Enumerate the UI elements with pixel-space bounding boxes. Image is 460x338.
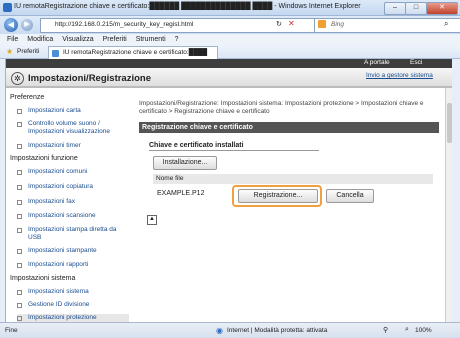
settings-icon: ✲ (11, 72, 24, 85)
sidebar-item-gestione-id[interactable]: Gestione ID divisione (17, 301, 129, 309)
address-row: ◀ ▶ http://192.168.0.215/m_security_key_… (0, 16, 460, 34)
menu-preferiti[interactable]: Preferiti (103, 36, 127, 43)
refresh-icon[interactable]: ↻ (276, 20, 282, 28)
section-title: Registrazione chiave e certificato (139, 122, 439, 133)
browser-tab[interactable]: IU remotaRegistrazione chiave e certific… (48, 46, 218, 60)
sidebar-item-impostazioni-carta[interactable]: Impostazioni carta (17, 107, 129, 115)
sidebar-item-impostazioni-comuni[interactable]: Impostazioni comuni (17, 168, 129, 176)
breadcrumb: Impostazioni/Registrazione: Impostazioni… (139, 100, 424, 115)
sidebar-item-impostazioni-protezione[interactable]: Impostazioni protezione (17, 314, 129, 322)
status-text: Fine (5, 327, 18, 334)
install-button[interactable]: Installazione... (153, 156, 217, 170)
address-input[interactable]: http://192.168.0.215/m_security_key_regi… (40, 18, 316, 33)
page-top-icon[interactable]: ▲ (147, 215, 157, 225)
close-button[interactable]: ✕ (426, 2, 458, 15)
search-icon[interactable]: ⌕ (444, 19, 448, 29)
main-panel: Impostazioni/Registrazione: Impostazioni… (139, 90, 443, 322)
menu-bar: File Modifica Visualizza Preferiti Strum… (0, 34, 460, 45)
sidebar-item-impostazioni-sistema[interactable]: Impostazioni sistema (17, 288, 129, 296)
ie-icon (3, 3, 12, 12)
window-title: IU remotaRegistrazione chiave e certific… (14, 3, 361, 10)
exit-link[interactable]: Esci (410, 59, 422, 66)
column-header-file-name: Nome file (153, 174, 433, 184)
sidebar-item-impostazioni-timer[interactable]: Impostazioni timer (17, 142, 129, 150)
stop-icon[interactable]: ✕ (288, 19, 295, 28)
sidebar-item-impostazioni-fax[interactable]: Impostazioni fax (17, 198, 129, 206)
register-button[interactable]: Registrazione... (238, 189, 318, 203)
status-bar: Fine ◉ Internet | Modalità protetta: att… (0, 322, 460, 338)
menu-modifica[interactable]: Modifica (27, 36, 53, 43)
subsection-title: Chiave e certificato installati (149, 142, 319, 151)
sidebar-item-stampa-usb[interactable]: Impostazioni stampa diretta da USB (17, 226, 129, 242)
globe-icon: ◉ (216, 326, 223, 335)
portal-link[interactable]: A portale (364, 59, 390, 66)
file-name-cell: EXAMPLE.P12 (157, 190, 205, 197)
page-title: Impostazioni/Registrazione (28, 73, 151, 84)
back-arrow-icon[interactable]: ◀ (4, 18, 18, 32)
favorites-bar: ★ Preferiti IU remotaRegistrazione chiav… (0, 45, 460, 60)
scroll-thumb[interactable] (447, 103, 452, 143)
zoom-icon[interactable]: ⌕ (405, 326, 409, 334)
sidebar-heading-preferenze: Preferenze (10, 94, 45, 101)
maximize-button[interactable]: □ (405, 2, 427, 15)
tab-title: IU remotaRegistrazione chiave e certific… (63, 49, 208, 56)
page-favicon-icon (52, 50, 59, 57)
sidebar-item-impostazioni-scansione[interactable]: Impostazioni scansione (17, 212, 129, 220)
protected-mode-icon[interactable]: ⚲ (383, 326, 388, 334)
sidebar-item-impostazioni-rapporti[interactable]: Impostazioni rapporti (17, 261, 129, 269)
sidebar: Preferenze Impostazioni carta Controllo … (6, 90, 130, 322)
security-zone: Internet | Modalità protetta: attivata (227, 327, 328, 334)
top-banner: A portale Esci (6, 59, 452, 68)
page-header: ✲ Impostazioni/Registrazione Invio a ges… (6, 68, 452, 88)
menu-help[interactable]: ? (175, 36, 179, 43)
menu-strumenti[interactable]: Strumenti (136, 36, 166, 43)
window-title-bar: IU remotaRegistrazione chiave e certific… (0, 0, 460, 16)
star-icon: ★ (6, 47, 14, 56)
minimize-button[interactable]: – (384, 2, 406, 15)
send-admin-link[interactable]: Invio a gestore sistema (366, 72, 433, 79)
delete-button[interactable]: Cancella (326, 189, 374, 203)
sidebar-heading-sistema: Impostazioni sistema (10, 275, 76, 282)
zoom-level[interactable]: 100% (415, 327, 432, 334)
url-text: http://192.168.0.215/m_security_key_regi… (55, 21, 194, 28)
search-input[interactable]: Bing (314, 18, 460, 33)
sidebar-item-impostazioni-copiatura[interactable]: Impostazioni copiatura (17, 183, 129, 191)
search-placeholder: Bing (331, 21, 345, 28)
page-scrollbar[interactable] (445, 88, 452, 322)
menu-file[interactable]: File (7, 36, 18, 43)
favorites-button[interactable]: Preferiti (17, 48, 39, 55)
sidebar-heading-funzione: Impostazioni funzione (10, 155, 78, 162)
menu-visualizza[interactable]: Visualizza (62, 36, 93, 43)
page-content: A portale Esci ✲ Impostazioni/Registrazi… (5, 59, 452, 322)
bing-logo-icon (318, 20, 326, 28)
sidebar-item-impostazioni-stampante[interactable]: Impostazioni stampante (17, 247, 129, 255)
sidebar-item-volume-visualizzazione[interactable]: Controllo volume suono / Impostazioni vi… (17, 120, 129, 136)
forward-arrow-icon[interactable]: ▶ (21, 19, 33, 31)
